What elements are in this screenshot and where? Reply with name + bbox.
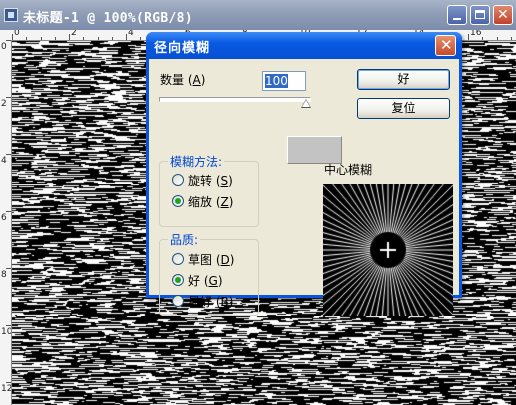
minimize-button[interactable] bbox=[447, 5, 467, 25]
ruler-minor-tick bbox=[482, 37, 484, 40]
quality-option-accel: B bbox=[220, 295, 229, 309]
blur_method-option-text: 缩放 ( bbox=[188, 195, 221, 209]
maximize-icon bbox=[475, 10, 485, 19]
ruler-tick bbox=[12, 34, 13, 40]
blur-method-group: 模糊方法: 旋转 (S) 缩放 (Z) bbox=[159, 153, 259, 227]
close-icon: ✕ bbox=[497, 7, 509, 23]
ruler-label: 6 bbox=[1, 213, 7, 223]
document-titlebar[interactable]: 未标题-1 @ 100%(RGB/8) ✕ bbox=[0, 0, 516, 30]
ruler-label: 4 bbox=[1, 156, 7, 166]
blur_method-option-accel: S bbox=[220, 174, 229, 188]
quality-option-text: 好 ( bbox=[188, 274, 209, 288]
dialog-close-button[interactable]: ✕ bbox=[435, 35, 456, 56]
ruler-minor-tick bbox=[496, 37, 498, 40]
center-blur-label: 中心模糊 bbox=[324, 163, 373, 177]
quality-option-text: 草图 ( bbox=[188, 253, 221, 267]
ruler-minor-tick bbox=[26, 37, 28, 40]
ruler-minor-tick bbox=[83, 37, 85, 40]
document-close-button[interactable]: ✕ bbox=[493, 5, 513, 25]
quality-option-text: 最好 ( bbox=[188, 295, 221, 309]
dialog-body: 数量 (A) 100 好 复位 模糊方法: 旋转 (S) 缩放 (Z) 品质: 草… bbox=[149, 59, 459, 316]
amount-slider-track[interactable] bbox=[159, 97, 311, 102]
amount-slider-handle[interactable] bbox=[301, 99, 311, 108]
quality-option-label-0[interactable]: 草图 (D) bbox=[188, 251, 234, 268]
radial-blur-dialog: 径向模糊 ✕ 数量 (A) 100 好 复位 模糊方法: 旋转 (S) 缩放 (Z… bbox=[146, 32, 462, 316]
reset-button[interactable]: 复位 bbox=[357, 98, 450, 119]
blur_method-radio-1[interactable] bbox=[172, 195, 184, 207]
preview-swatch bbox=[287, 136, 342, 164]
minimize-icon bbox=[453, 18, 461, 20]
ruler-minor-tick bbox=[510, 37, 512, 40]
blur-method-title: 模糊方法: bbox=[168, 153, 225, 170]
ruler-minor-tick bbox=[40, 37, 42, 40]
ruler-label: 12 bbox=[1, 384, 12, 394]
quality-option-label-2[interactable]: 最好 (B) bbox=[188, 293, 233, 310]
blur_method-option-text: 旋转 ( bbox=[188, 174, 221, 188]
quality-radio-2[interactable] bbox=[172, 295, 184, 307]
ruler-tick bbox=[6, 211, 11, 212]
ruler-label: 16 bbox=[470, 30, 482, 38]
document-title: 未标题-1 @ 100%(RGB/8) bbox=[23, 11, 193, 26]
blur_method-option-label-1[interactable]: 缩放 (Z) bbox=[188, 193, 233, 210]
ruler-label: 4 bbox=[128, 30, 134, 38]
blur_method-option-label-0[interactable]: 旋转 (S) bbox=[188, 172, 233, 189]
ruler-minor-tick bbox=[97, 37, 99, 40]
blur_method-option-accel: Z bbox=[220, 195, 229, 209]
close-icon: ✕ bbox=[440, 36, 453, 54]
blur_method-radio-0[interactable] bbox=[172, 174, 184, 186]
ruler-tick bbox=[6, 268, 11, 269]
ruler-tick bbox=[6, 325, 11, 326]
ruler-label: 10 bbox=[1, 327, 12, 337]
amount-input[interactable]: 100 bbox=[262, 71, 306, 91]
ruler-label: 8 bbox=[1, 270, 7, 280]
ruler-label: 0 bbox=[1, 42, 7, 52]
blur-center-preview[interactable] bbox=[323, 184, 453, 316]
amount-accel-close: ) bbox=[200, 73, 206, 87]
quality-radio-1[interactable] bbox=[172, 274, 184, 286]
quality-group: 品质: 草图 (D) 好 (G) 最好 (B) bbox=[159, 231, 259, 316]
ruler-minor-tick bbox=[140, 37, 142, 40]
amount-value: 100 bbox=[265, 74, 288, 88]
amount-label-text: 数量 bbox=[160, 73, 185, 87]
ruler-minor-tick bbox=[54, 37, 56, 40]
maximize-button[interactable] bbox=[470, 5, 490, 25]
ruler-tick bbox=[126, 34, 127, 40]
quality-option-accel: G bbox=[208, 274, 218, 288]
dialog-title: 径向模糊 bbox=[154, 41, 211, 56]
ruler-tick bbox=[6, 40, 11, 41]
quality-option-label-1[interactable]: 好 (G) bbox=[188, 272, 223, 289]
ruler-tick bbox=[6, 154, 11, 155]
quality-option-accel: D bbox=[220, 253, 230, 267]
quality-radio-0[interactable] bbox=[172, 253, 184, 265]
ruler-tick bbox=[6, 97, 11, 98]
dialog-titlebar[interactable]: 径向模糊 ✕ bbox=[146, 32, 462, 59]
ruler-label: 2 bbox=[71, 30, 77, 38]
photoshop-document-icon bbox=[4, 8, 18, 22]
ruler-tick bbox=[69, 34, 70, 40]
amount-accel-key: A bbox=[192, 73, 201, 87]
ruler-label: 2 bbox=[1, 99, 7, 109]
quality-title: 品质: bbox=[168, 231, 201, 248]
ruler-tick bbox=[468, 34, 469, 40]
ok-button[interactable]: 好 bbox=[357, 69, 450, 90]
ruler-label: 0 bbox=[14, 30, 20, 38]
ruler-minor-tick bbox=[111, 37, 113, 40]
ruler-tick bbox=[6, 382, 11, 383]
vertical-ruler[interactable]: 0 2 4 6 8 10 12 bbox=[0, 40, 12, 405]
amount-label: 数量 (A) bbox=[160, 71, 205, 88]
